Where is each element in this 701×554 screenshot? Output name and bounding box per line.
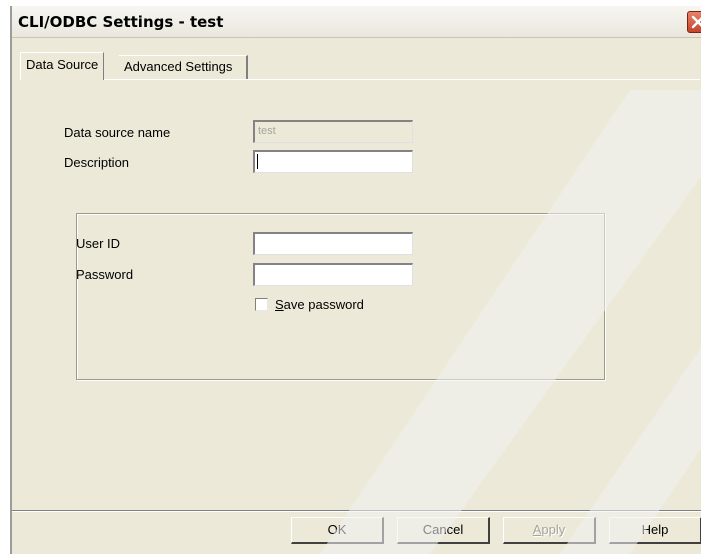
odbc-settings-dialog: CLI/ODBC Settings - test Data Source Adv… [10, 6, 701, 554]
tab-advanced-settings-label: Advanced Settings [124, 59, 233, 74]
save-password-label[interactable]: Save password [275, 297, 364, 312]
password-label: Password [76, 267, 134, 282]
description-field[interactable] [253, 150, 413, 173]
close-icon [691, 15, 701, 29]
text-caret [257, 154, 258, 169]
help-button[interactable]: Help [609, 517, 701, 544]
password-field[interactable] [253, 263, 413, 286]
description-label: Description [64, 155, 130, 170]
apply-button-label-rest: pply [541, 522, 566, 537]
close-button[interactable] [687, 11, 701, 33]
cancel-button-label: Cancel [422, 522, 464, 537]
ok-button[interactable]: OK [291, 517, 384, 544]
data-source-name-label: Data source name [64, 125, 171, 140]
title-bar[interactable]: CLI/ODBC Settings - test [12, 6, 701, 38]
window-title: CLI/ODBC Settings - test [18, 13, 224, 31]
user-id-label: User ID [76, 236, 121, 251]
ok-button-label: OK [327, 522, 347, 537]
help-button-label: Help [641, 522, 669, 537]
user-id-field[interactable] [253, 232, 413, 255]
save-password-accel: S [275, 297, 284, 312]
cancel-button[interactable]: Cancel [397, 517, 490, 544]
data-source-name-field: test [253, 120, 413, 143]
apply-button[interactable]: Apply [503, 517, 596, 544]
tab-advanced-settings[interactable]: Advanced Settings [119, 55, 248, 79]
save-password-checkbox[interactable] [255, 298, 268, 311]
footer-divider [12, 510, 701, 512]
tab-data-source[interactable]: Data Source [20, 52, 105, 80]
data-source-name-value: test [258, 125, 276, 137]
tab-data-source-label: Data Source [26, 57, 99, 72]
save-password-label-rest: ave password [283, 297, 364, 312]
